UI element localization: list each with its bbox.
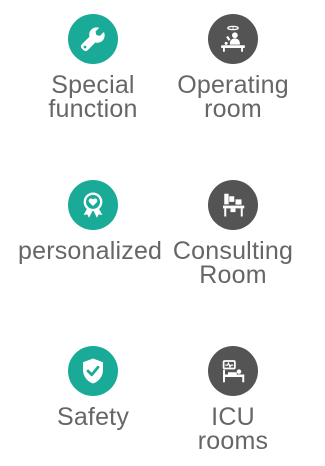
hospital-bed-monitor-icon xyxy=(208,346,258,396)
feature-label-line: personalized xyxy=(18,237,163,265)
wrench-icon xyxy=(68,14,118,64)
feature-operating-room[interactable]: Operating room xyxy=(158,14,308,123)
shield-check-icon xyxy=(68,346,118,396)
feature-label-line: Operating xyxy=(177,71,289,99)
feature-label-line: Special xyxy=(51,71,135,99)
feature-label-line: room xyxy=(204,95,262,123)
feature-label-line: Consulting xyxy=(172,237,294,265)
feature-personalized[interactable]: personalized xyxy=(18,180,168,265)
doctor-desk-icon xyxy=(208,180,258,230)
feature-safety[interactable]: Safety xyxy=(18,346,168,431)
feature-label: Consulting Room xyxy=(158,237,308,289)
feature-label: Safety xyxy=(18,403,168,431)
feature-label: personalized xyxy=(18,237,168,265)
feature-label: Special function xyxy=(18,71,168,123)
feature-label: ICU rooms xyxy=(158,403,308,455)
feature-label: Operating room xyxy=(158,71,308,123)
feature-label-line: Safety xyxy=(56,403,130,431)
feature-label-line: ICU xyxy=(211,403,255,431)
feature-consulting-room[interactable]: Consulting Room xyxy=(158,180,308,289)
surgeon-icon xyxy=(208,14,258,64)
feature-special-function[interactable]: Special function xyxy=(18,14,168,123)
feature-label-line: function xyxy=(48,95,138,123)
feature-label-line: rooms xyxy=(197,427,269,455)
feature-label-line: Room xyxy=(199,261,267,289)
feature-icu-rooms[interactable]: ICU rooms xyxy=(158,346,308,455)
award-ribbon-heart-icon xyxy=(68,180,118,230)
